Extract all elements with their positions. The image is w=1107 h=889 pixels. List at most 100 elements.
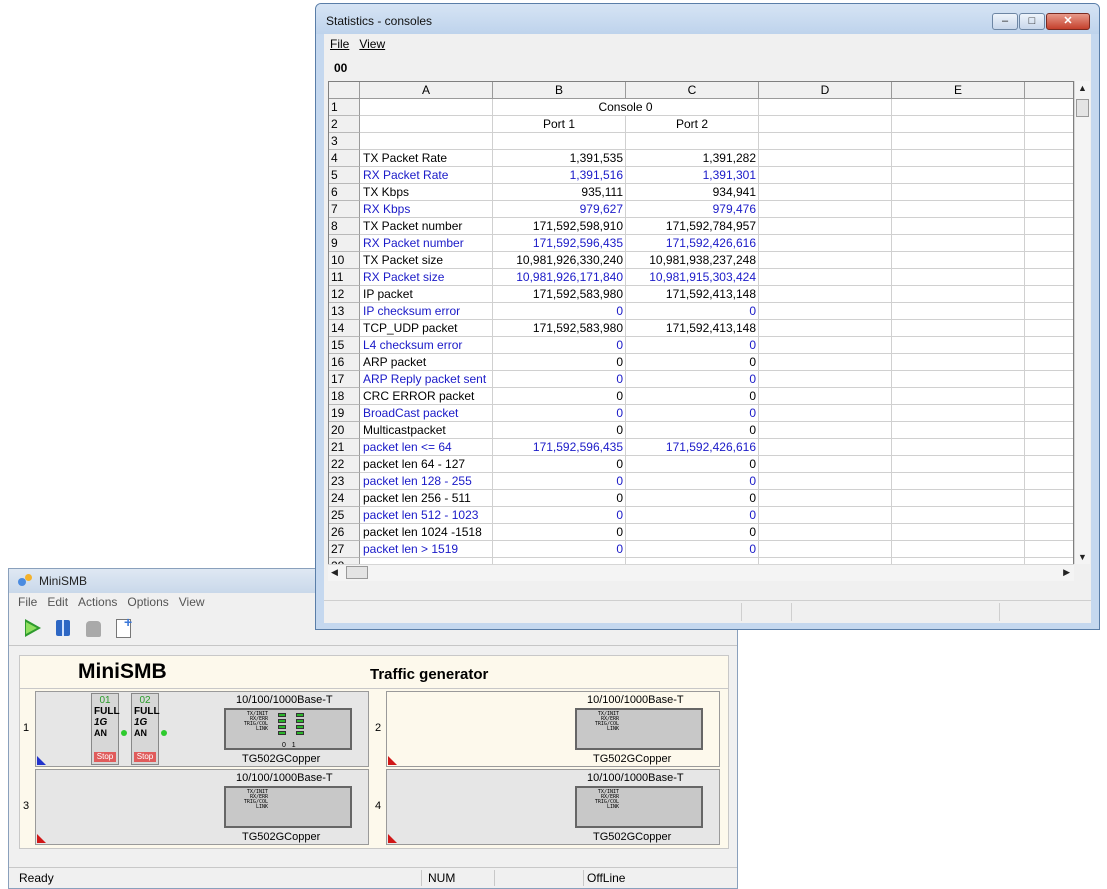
- grid-cell[interactable]: [1025, 541, 1073, 558]
- grid-cell[interactable]: [1025, 473, 1073, 490]
- grid-cell[interactable]: [1025, 235, 1073, 252]
- grid-cell[interactable]: [759, 405, 892, 422]
- grid-cell[interactable]: [1025, 99, 1073, 116]
- slot-card-2[interactable]: 10/100/1000Base-T TX/INIT RX/ERR TRIG/CO…: [386, 691, 720, 767]
- grid-cell[interactable]: [892, 286, 1025, 303]
- row-header[interactable]: 5: [329, 167, 360, 184]
- grid-cell[interactable]: [1025, 269, 1073, 286]
- grid-cell[interactable]: [892, 524, 1025, 541]
- grid-cell[interactable]: [1025, 439, 1073, 456]
- grid-cell[interactable]: [759, 99, 892, 116]
- grid-cell[interactable]: [1025, 303, 1073, 320]
- grid-cell[interactable]: [1025, 456, 1073, 473]
- grid-cell[interactable]: [892, 99, 1025, 116]
- grid-cell[interactable]: [892, 507, 1025, 524]
- bag-icon[interactable]: [81, 616, 105, 640]
- grid-cell[interactable]: [892, 490, 1025, 507]
- grid-cell[interactable]: [759, 371, 892, 388]
- menu-actions[interactable]: Actions: [78, 595, 117, 609]
- row-header[interactable]: 6: [329, 184, 360, 201]
- row-header[interactable]: 4: [329, 150, 360, 167]
- port-stop-button[interactable]: Stop: [134, 752, 156, 762]
- grid-cell[interactable]: [1025, 167, 1073, 184]
- grid-cell[interactable]: [1025, 507, 1073, 524]
- grid-cell[interactable]: [892, 184, 1025, 201]
- maximize-button[interactable]: □: [1019, 13, 1045, 30]
- new-file-icon[interactable]: [111, 614, 135, 640]
- grid-cell[interactable]: [892, 320, 1025, 337]
- grid-cell[interactable]: [759, 167, 892, 184]
- row-header[interactable]: 25: [329, 507, 360, 524]
- grid-cell[interactable]: [892, 150, 1025, 167]
- grid-cell[interactable]: [1025, 422, 1073, 439]
- grid-cell[interactable]: [892, 116, 1025, 133]
- grid-cell[interactable]: [759, 218, 892, 235]
- grid-cell[interactable]: [759, 252, 892, 269]
- menu-options[interactable]: Options: [127, 595, 168, 609]
- grid-cell[interactable]: [759, 541, 892, 558]
- column-header-b[interactable]: B: [493, 82, 626, 99]
- grid-cell[interactable]: [1025, 133, 1073, 150]
- grid-cell[interactable]: [892, 405, 1025, 422]
- horizontal-scroll-thumb[interactable]: [346, 566, 368, 579]
- grid-cell[interactable]: [892, 473, 1025, 490]
- column-header-d[interactable]: D: [759, 82, 892, 99]
- menu-view[interactable]: View: [359, 37, 385, 51]
- grid-cell[interactable]: [1025, 354, 1073, 371]
- grid-cell[interactable]: [892, 303, 1025, 320]
- grid-corner[interactable]: [329, 82, 360, 99]
- menu-view[interactable]: View: [179, 595, 205, 609]
- grid-cell[interactable]: [1025, 388, 1073, 405]
- port-01[interactable]: 01 FULL 1G AN Stop: [91, 693, 127, 765]
- grid-cell[interactable]: [360, 99, 493, 116]
- scroll-right-icon[interactable]: ▶: [1063, 567, 1070, 578]
- grid-cell[interactable]: [1025, 337, 1073, 354]
- grid-cell[interactable]: [892, 201, 1025, 218]
- column-header-f[interactable]: [1025, 82, 1073, 99]
- grid-cell[interactable]: [759, 507, 892, 524]
- grid-cell[interactable]: [892, 422, 1025, 439]
- grid-cell[interactable]: [759, 490, 892, 507]
- row-header[interactable]: 22: [329, 456, 360, 473]
- grid-cell[interactable]: [892, 337, 1025, 354]
- column-header-a[interactable]: A: [360, 82, 493, 99]
- grid-cell[interactable]: [892, 133, 1025, 150]
- grid-cell[interactable]: [1025, 201, 1073, 218]
- grid-cell[interactable]: [759, 150, 892, 167]
- row-header[interactable]: 2: [329, 116, 360, 133]
- row-header[interactable]: 3: [329, 133, 360, 150]
- row-header[interactable]: 11: [329, 269, 360, 286]
- row-header[interactable]: 15: [329, 337, 360, 354]
- column-header-c[interactable]: C: [626, 82, 759, 99]
- grid-cell[interactable]: [892, 388, 1025, 405]
- horizontal-scrollbar[interactable]: ◀ ▶: [328, 564, 1074, 581]
- grid-cell[interactable]: [759, 422, 892, 439]
- grid-cell[interactable]: [1025, 524, 1073, 541]
- menu-edit[interactable]: Edit: [47, 595, 68, 609]
- grid-cell[interactable]: [892, 167, 1025, 184]
- grid-cell[interactable]: [1025, 116, 1073, 133]
- grid-cell[interactable]: [360, 116, 493, 133]
- row-header[interactable]: 13: [329, 303, 360, 320]
- grid-cell[interactable]: [892, 456, 1025, 473]
- grid-cell[interactable]: [759, 116, 892, 133]
- grid-cell[interactable]: [759, 133, 892, 150]
- grid-cell[interactable]: [1025, 218, 1073, 235]
- play-icon[interactable]: [21, 616, 45, 640]
- grid-cell[interactable]: [493, 133, 626, 150]
- grid-cell[interactable]: [892, 541, 1025, 558]
- grid-cell[interactable]: [892, 269, 1025, 286]
- grid-cell[interactable]: [892, 218, 1025, 235]
- grid-cell[interactable]: [892, 439, 1025, 456]
- grid-cell[interactable]: [1025, 286, 1073, 303]
- book-icon[interactable]: [51, 616, 75, 640]
- menu-file[interactable]: File: [330, 37, 349, 51]
- row-header[interactable]: 1: [329, 99, 360, 116]
- row-header[interactable]: 9: [329, 235, 360, 252]
- slot-card-1[interactable]: 01 FULL 1G AN Stop 02 FULL 1G AN Stop 10…: [35, 691, 369, 767]
- grid-cell[interactable]: [759, 524, 892, 541]
- row-header[interactable]: 19: [329, 405, 360, 422]
- grid-cell[interactable]: [1025, 320, 1073, 337]
- grid-cell[interactable]: [759, 337, 892, 354]
- grid-cell[interactable]: [1025, 252, 1073, 269]
